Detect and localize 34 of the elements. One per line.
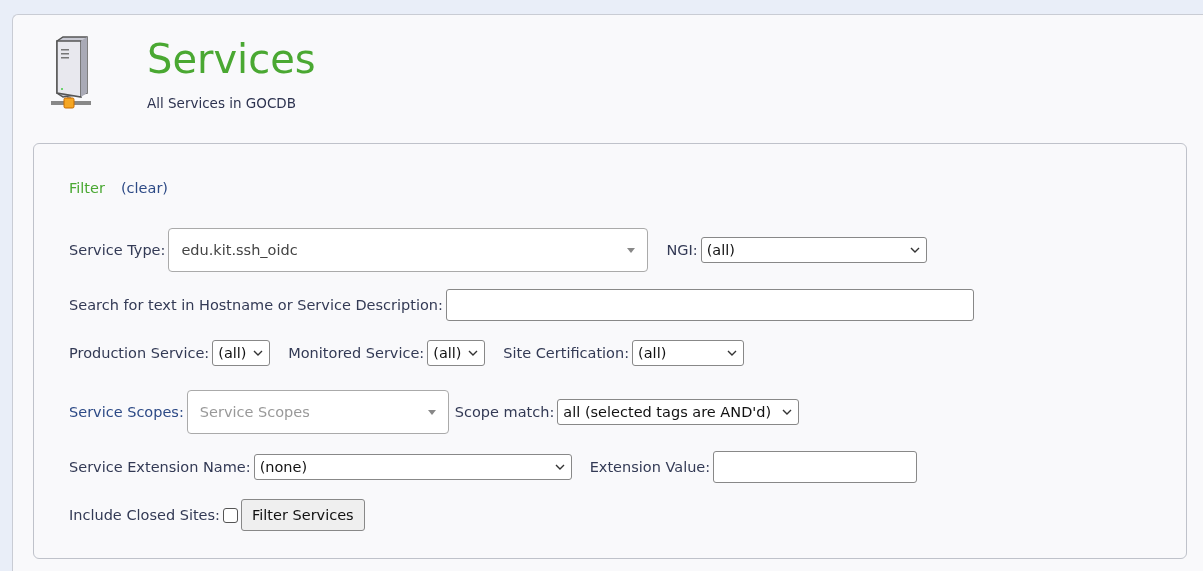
chevron-icon <box>782 409 793 415</box>
field-label: Service Scopes: <box>69 404 184 420</box>
text-field[interactable] <box>713 451 918 483</box>
dropdown[interactable]: (all) <box>427 340 486 366</box>
chevron-icon <box>909 247 920 253</box>
page-subtitle: All Services in GOCDB <box>147 95 297 111</box>
chevron-icon <box>727 350 738 356</box>
field-label: Service Extension Name: <box>69 459 251 475</box>
dropdown[interactable]: all (selected tags are AND'd) <box>557 399 800 425</box>
clear-link[interactable]: (clear) <box>120 180 168 196</box>
filter-heading: Filter <box>69 180 105 196</box>
dropdown[interactable]: (all) <box>700 237 927 263</box>
chevron-icon <box>253 350 264 356</box>
dropdown[interactable]: (all) <box>632 340 745 366</box>
field-label: Production Service: <box>69 345 210 361</box>
dropdown-arrow-icon <box>427 409 436 415</box>
chevron-icon <box>554 464 565 470</box>
field-label: Scope match: <box>454 404 555 420</box>
chevron-icon <box>468 350 479 356</box>
dropdown[interactable]: (none) <box>253 454 572 480</box>
text-field[interactable] <box>445 289 974 321</box>
checkbox[interactable] <box>223 507 238 523</box>
filter-button[interactable]: Filter Services <box>241 499 365 531</box>
field-label: Monitored Service: <box>288 345 425 361</box>
combo-box[interactable]: edu.kit.ssh_oidc <box>168 228 649 272</box>
page-title: Services <box>147 35 316 83</box>
dropdown-arrow-icon <box>627 247 636 253</box>
field-label: Search for text in Hostname or Service Description: <box>69 297 443 313</box>
field-label: NGI: <box>666 242 698 258</box>
field-label: Service Type: <box>69 242 166 258</box>
field-label: Extension Value: <box>589 459 711 475</box>
field-label: Site Certification: <box>503 345 630 361</box>
dropdown[interactable]: (all) <box>212 340 271 366</box>
field-label: Include Closed Sites: <box>69 507 220 523</box>
